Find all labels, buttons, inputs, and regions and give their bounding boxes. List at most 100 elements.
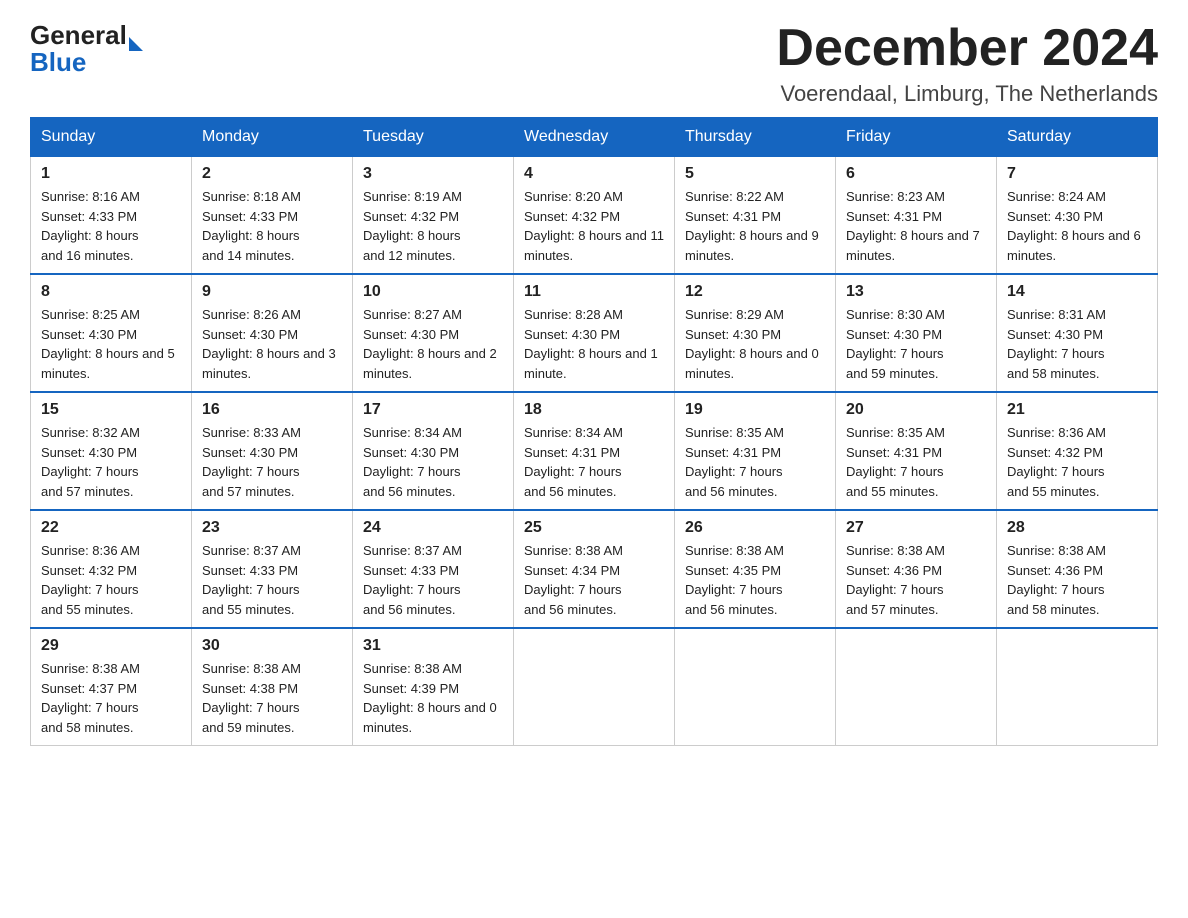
weekday-header-tuesday: Tuesday: [353, 118, 514, 157]
calendar-cell: 28Sunrise: 8:38 AMSunset: 4:36 PMDayligh…: [997, 510, 1158, 628]
calendar-cell: 8Sunrise: 8:25 AMSunset: 4:30 PMDaylight…: [31, 274, 192, 392]
day-number: 6: [846, 165, 986, 183]
calendar-week-row: 8Sunrise: 8:25 AMSunset: 4:30 PMDaylight…: [31, 274, 1158, 392]
calendar-cell: 12 Sunrise: 8:29 AMSunset: 4:30 PMDayligh…: [675, 274, 836, 392]
day-info: Sunrise: 8:36 AMSunset: 4:32 PMDaylight:…: [41, 541, 181, 619]
calendar-cell: 4Sunrise: 8:20 AMSunset: 4:32 PMDaylight…: [514, 157, 675, 275]
day-info: Sunrise: 8:18 AMSunset: 4:33 PMDaylight:…: [202, 187, 342, 265]
calendar-cell: 30 Sunrise: 8:38 AMSunset: 4:38 PMDayligh…: [192, 628, 353, 746]
logo: General Blue: [30, 20, 143, 78]
day-info: Sunrise: 8:32 AMSunset: 4:30 PMDaylight:…: [41, 423, 181, 501]
calendar-cell: [997, 628, 1158, 746]
day-info: Sunrise: 8:33 AMSunset: 4:30 PMDaylight:…: [202, 423, 342, 501]
day-info: Sunrise: 8:38 AMSunset: 4:34 PMDaylight:…: [524, 541, 664, 619]
day-number: 24: [363, 519, 503, 537]
day-number: 23: [202, 519, 342, 537]
calendar-cell: [675, 628, 836, 746]
calendar-cell: 31Sunrise: 8:38 AMSunset: 4:39 PMDayligh…: [353, 628, 514, 746]
day-number: 29: [41, 637, 181, 655]
weekday-header-friday: Friday: [836, 118, 997, 157]
calendar-cell: 5Sunrise: 8:22 AMSunset: 4:31 PMDaylight…: [675, 157, 836, 275]
weekday-header-wednesday: Wednesday: [514, 118, 675, 157]
calendar-cell: 27 Sunrise: 8:38 AMSunset: 4:36 PMDayligh…: [836, 510, 997, 628]
day-number: 3: [363, 165, 503, 183]
calendar-cell: 19 Sunrise: 8:35 AMSunset: 4:31 PMDayligh…: [675, 392, 836, 510]
month-title: December 2024: [776, 20, 1158, 77]
day-info: Sunrise: 8:19 AMSunset: 4:32 PMDaylight:…: [363, 187, 503, 265]
day-number: 21: [1007, 401, 1147, 419]
day-info: Sunrise: 8:34 AMSunset: 4:30 PMDaylight:…: [363, 423, 503, 501]
calendar-cell: 10 Sunrise: 8:27 AMSunset: 4:30 PMDayligh…: [353, 274, 514, 392]
day-info: Sunrise: 8:38 AMSunset: 4:39 PMDaylight:…: [363, 659, 503, 737]
day-info: Sunrise: 8:36 AMSunset: 4:32 PMDaylight:…: [1007, 423, 1147, 501]
day-info: Sunrise: 8:35 AMSunset: 4:31 PMDaylight:…: [685, 423, 825, 501]
weekday-header-saturday: Saturday: [997, 118, 1158, 157]
day-info: Sunrise: 8:16 AMSunset: 4:33 PMDaylight:…: [41, 187, 181, 265]
calendar-cell: 6 Sunrise: 8:23 AMSunset: 4:31 PMDaylight…: [836, 157, 997, 275]
logo-blue-text: Blue: [30, 47, 143, 78]
day-number: 12: [685, 283, 825, 301]
day-info: Sunrise: 8:37 AMSunset: 4:33 PMDaylight:…: [363, 541, 503, 619]
calendar-cell: 14 Sunrise: 8:31 AMSunset: 4:30 PMDayligh…: [997, 274, 1158, 392]
calendar-cell: 9 Sunrise: 8:26 AMSunset: 4:30 PMDaylight…: [192, 274, 353, 392]
day-number: 19: [685, 401, 825, 419]
day-number: 28: [1007, 519, 1147, 537]
calendar-cell: 15 Sunrise: 8:32 AMSunset: 4:30 PMDayligh…: [31, 392, 192, 510]
day-number: 26: [685, 519, 825, 537]
day-info: Sunrise: 8:27 AMSunset: 4:30 PMDaylight:…: [363, 305, 503, 383]
day-number: 30: [202, 637, 342, 655]
day-number: 7: [1007, 165, 1147, 183]
day-number: 17: [363, 401, 503, 419]
calendar-cell: 1Sunrise: 8:16 AMSunset: 4:33 PMDaylight…: [31, 157, 192, 275]
day-number: 10: [363, 283, 503, 301]
calendar-cell: 17 Sunrise: 8:34 AMSunset: 4:30 PMDayligh…: [353, 392, 514, 510]
weekday-header-thursday: Thursday: [675, 118, 836, 157]
day-number: 9: [202, 283, 342, 301]
calendar-week-row: 15 Sunrise: 8:32 AMSunset: 4:30 PMDayligh…: [31, 392, 1158, 510]
day-number: 14: [1007, 283, 1147, 301]
day-number: 25: [524, 519, 664, 537]
calendar-cell: 13 Sunrise: 8:30 AMSunset: 4:30 PMDayligh…: [836, 274, 997, 392]
day-number: 20: [846, 401, 986, 419]
day-info: Sunrise: 8:22 AMSunset: 4:31 PMDaylight:…: [685, 187, 825, 265]
day-number: 18: [524, 401, 664, 419]
day-number: 16: [202, 401, 342, 419]
day-number: 11: [524, 283, 664, 301]
calendar-cell: 2 Sunrise: 8:18 AMSunset: 4:33 PMDaylight…: [192, 157, 353, 275]
day-info: Sunrise: 8:26 AMSunset: 4:30 PMDaylight:…: [202, 305, 342, 383]
day-info: Sunrise: 8:24 AMSunset: 4:30 PMDaylight:…: [1007, 187, 1147, 265]
calendar-cell: 24 Sunrise: 8:37 AMSunset: 4:33 PMDayligh…: [353, 510, 514, 628]
day-number: 4: [524, 165, 664, 183]
calendar-cell: 7 Sunrise: 8:24 AMSunset: 4:30 PMDaylight…: [997, 157, 1158, 275]
weekday-header-row: SundayMondayTuesdayWednesdayThursdayFrid…: [31, 118, 1158, 157]
day-info: Sunrise: 8:38 AMSunset: 4:38 PMDaylight:…: [202, 659, 342, 737]
calendar-cell: [836, 628, 997, 746]
day-number: 22: [41, 519, 181, 537]
calendar-cell: 26Sunrise: 8:38 AMSunset: 4:35 PMDayligh…: [675, 510, 836, 628]
day-info: Sunrise: 8:38 AMSunset: 4:37 PMDaylight:…: [41, 659, 181, 737]
day-info: Sunrise: 8:34 AMSunset: 4:31 PMDaylight:…: [524, 423, 664, 501]
calendar-cell: [514, 628, 675, 746]
calendar-cell: 3 Sunrise: 8:19 AMSunset: 4:32 PMDaylight…: [353, 157, 514, 275]
day-info: Sunrise: 8:38 AMSunset: 4:36 PMDaylight:…: [846, 541, 986, 619]
day-info: Sunrise: 8:29 AMSunset: 4:30 PMDaylight:…: [685, 305, 825, 383]
calendar-cell: 20Sunrise: 8:35 AMSunset: 4:31 PMDayligh…: [836, 392, 997, 510]
calendar-cell: 29 Sunrise: 8:38 AMSunset: 4:37 PMDayligh…: [31, 628, 192, 746]
day-number: 2: [202, 165, 342, 183]
day-info: Sunrise: 8:25 AMSunset: 4:30 PMDaylight:…: [41, 305, 181, 383]
calendar-cell: 23Sunrise: 8:37 AMSunset: 4:33 PMDayligh…: [192, 510, 353, 628]
weekday-header-sunday: Sunday: [31, 118, 192, 157]
title-section: December 2024 Voerendaal, Limburg, The N…: [776, 20, 1158, 107]
day-number: 13: [846, 283, 986, 301]
calendar-cell: 25 Sunrise: 8:38 AMSunset: 4:34 PMDayligh…: [514, 510, 675, 628]
weekday-header-monday: Monday: [192, 118, 353, 157]
location-subtitle: Voerendaal, Limburg, The Netherlands: [776, 81, 1158, 107]
calendar-cell: 18 Sunrise: 8:34 AMSunset: 4:31 PMDayligh…: [514, 392, 675, 510]
calendar-table: SundayMondayTuesdayWednesdayThursdayFrid…: [30, 117, 1158, 746]
day-info: Sunrise: 8:31 AMSunset: 4:30 PMDaylight:…: [1007, 305, 1147, 383]
day-info: Sunrise: 8:23 AMSunset: 4:31 PMDaylight:…: [846, 187, 986, 265]
day-info: Sunrise: 8:30 AMSunset: 4:30 PMDaylight:…: [846, 305, 986, 383]
day-number: 15: [41, 401, 181, 419]
day-number: 27: [846, 519, 986, 537]
calendar-week-row: 22 Sunrise: 8:36 AMSunset: 4:32 PMDayligh…: [31, 510, 1158, 628]
